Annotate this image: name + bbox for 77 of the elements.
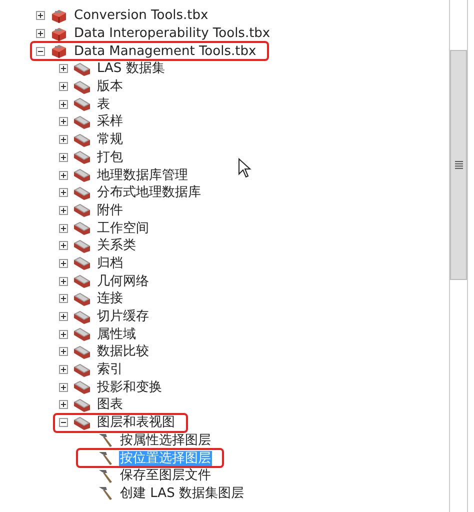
scrollbar-thumb[interactable]	[450, 50, 467, 280]
tree-item-label[interactable]: 切片缓存	[96, 309, 150, 324]
tree-item-label[interactable]: 表	[96, 96, 111, 112]
tree-item-label[interactable]: 创建 LAS 数据集图层	[119, 486, 245, 501]
tree-item-label[interactable]: 按属性选择图层	[119, 432, 212, 448]
tree-item-label[interactable]: 保存至图层文件	[119, 468, 212, 484]
tree-item-label[interactable]: 图表	[96, 397, 124, 412]
expand-icon[interactable]	[59, 135, 68, 144]
expand-icon[interactable]	[59, 170, 68, 180]
collapse-icon[interactable]	[36, 46, 45, 56]
expand-icon[interactable]	[59, 241, 68, 250]
expand-icon[interactable]	[59, 294, 68, 304]
tree-item-label[interactable]: 关系类	[96, 238, 137, 254]
tree-item-label[interactable]: 数据比较	[96, 344, 150, 360]
toolset-icon	[73, 114, 91, 130]
expand-icon[interactable]	[59, 64, 68, 74]
expand-icon[interactable]	[59, 224, 68, 233]
toolset-icon	[73, 60, 91, 77]
tree-item-label[interactable]: 采样	[96, 114, 124, 130]
toolbox-icon	[50, 8, 68, 24]
toolbox-icon	[50, 43, 68, 60]
toolset-icon	[73, 78, 91, 95]
mouse-pointer-icon	[238, 158, 252, 178]
expand-icon[interactable]	[59, 312, 68, 322]
tree-item-label[interactable]: 常规	[96, 132, 124, 148]
expand-icon[interactable]	[59, 276, 68, 286]
expand-icon[interactable]	[36, 29, 45, 38]
toolset-icon	[73, 220, 91, 236]
toolset-icon	[73, 238, 91, 254]
collapse-icon[interactable]	[59, 418, 68, 428]
expand-icon[interactable]	[59, 382, 68, 392]
tree-item-label[interactable]: 地理数据库管理	[96, 168, 189, 183]
toolset-icon	[73, 414, 91, 431]
toolset-icon	[73, 255, 91, 272]
expand-icon[interactable]	[59, 400, 68, 410]
grip-icon	[454, 161, 462, 169]
tree-item-label[interactable]: 索引	[96, 362, 124, 378]
toolset-icon	[73, 149, 91, 166]
toolset-icon	[73, 184, 91, 201]
toolset-icon	[73, 308, 91, 325]
expand-icon[interactable]	[59, 100, 68, 109]
expand-icon[interactable]	[59, 117, 68, 126]
scrollbar[interactable]	[449, 0, 468, 512]
toolset-icon	[73, 290, 91, 307]
tree-item-label[interactable]: 打包	[96, 150, 124, 165]
tree-item-label[interactable]: 分布式地理数据库	[96, 185, 202, 200]
toolset-icon	[73, 273, 91, 290]
toolset-icon	[73, 362, 91, 378]
tree-item-label[interactable]: 版本	[96, 79, 124, 94]
toolset-icon	[73, 202, 91, 218]
tree-item-label[interactable]: 附件	[96, 202, 124, 218]
expand-icon[interactable]	[59, 152, 68, 162]
expand-icon[interactable]	[59, 258, 68, 268]
tree-item-label[interactable]: 投影和变换	[96, 380, 163, 395]
tree-item-label[interactable]: 连接	[96, 291, 124, 306]
tree-item-label[interactable]: Data Interoperability Tools.tbx	[73, 26, 272, 42]
tree-item-label[interactable]: 属性域	[96, 326, 137, 342]
toolset-icon	[73, 96, 91, 112]
toolset-icon	[73, 326, 91, 342]
expand-icon[interactable]	[59, 188, 68, 198]
toolbox-icon	[50, 26, 68, 42]
expand-icon[interactable]	[59, 206, 68, 215]
toolset-icon	[73, 344, 91, 360]
expand-icon[interactable]	[59, 82, 68, 92]
expand-icon[interactable]	[59, 365, 68, 374]
expand-icon[interactable]	[59, 347, 68, 356]
toolset-icon	[73, 379, 91, 396]
tree-item-label[interactable]: Conversion Tools.tbx	[73, 8, 210, 24]
toolset-icon	[73, 132, 91, 148]
expand-icon[interactable]	[59, 330, 68, 339]
tree-item-label[interactable]: 归档	[96, 256, 124, 271]
expand-icon[interactable]	[36, 11, 45, 20]
tree-item-label[interactable]: 工作空间	[96, 220, 150, 236]
tree-item-label[interactable]: 几何网络	[96, 274, 150, 289]
toolset-icon	[73, 396, 91, 413]
toolset-icon	[73, 167, 91, 184]
tree-item-label[interactable]: LAS 数据集	[96, 61, 166, 76]
